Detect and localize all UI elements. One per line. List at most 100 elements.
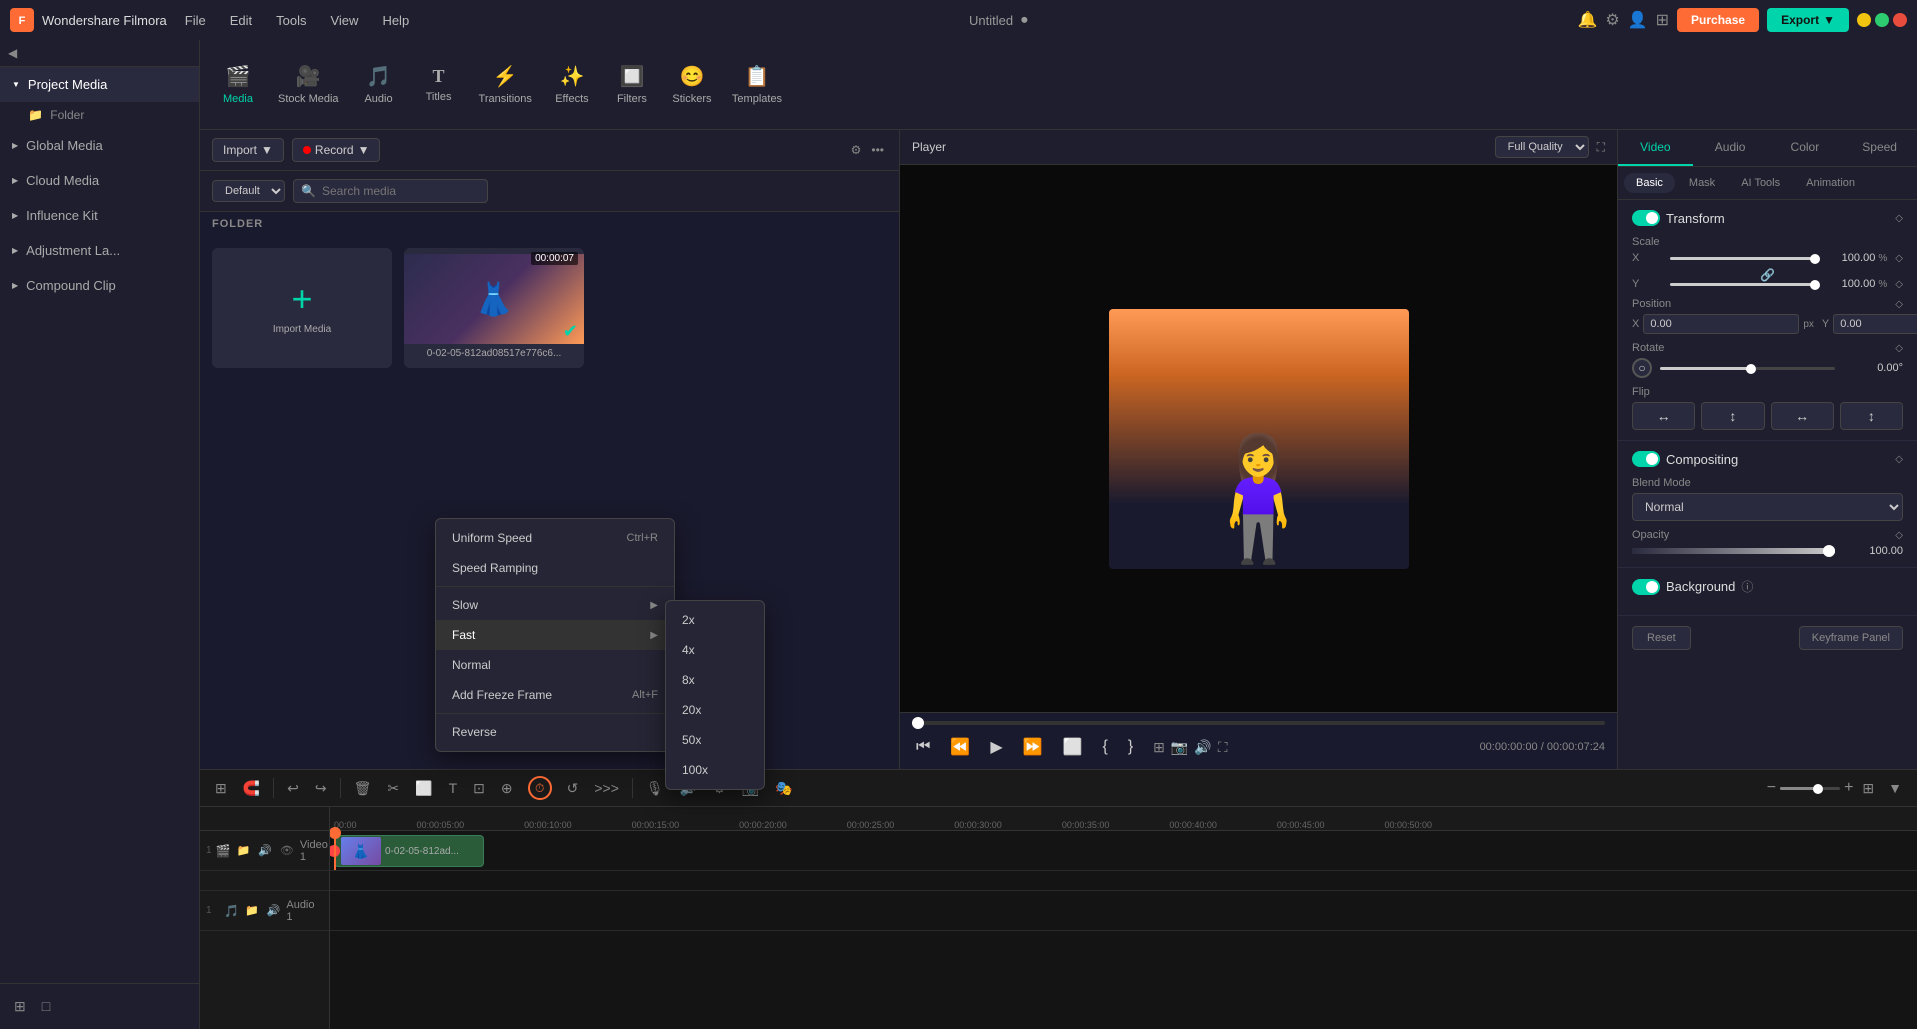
close-button[interactable] — [1893, 13, 1907, 27]
notification-icon[interactable]: 🔔 — [1577, 10, 1597, 30]
toolbar-filters[interactable]: 🔲 Filters — [602, 58, 662, 111]
zoom-slider[interactable] — [1780, 787, 1840, 790]
folder-add-icon[interactable]: □ — [38, 994, 54, 1019]
toolbar-effects[interactable]: ✨ Effects — [542, 58, 602, 111]
background-toggle[interactable] — [1632, 579, 1660, 595]
profile-icon[interactable]: 👤 — [1628, 10, 1648, 30]
split-button[interactable]: ✂ — [382, 777, 404, 800]
record-button[interactable]: Record ▼ — [292, 138, 381, 162]
submenu-4x[interactable]: 4x — [666, 635, 764, 665]
toolbar-media[interactable]: 🎬 Media — [208, 58, 268, 111]
video-track-eye-icon[interactable]: 👁 — [278, 842, 296, 859]
flip-horizontal-button[interactable]: ↔ — [1632, 402, 1695, 430]
snapshot-icon[interactable]: 📷 — [1171, 739, 1188, 756]
submenu-8x[interactable]: 8x — [666, 665, 764, 695]
ctx-normal[interactable]: Normal — [436, 650, 674, 680]
mark-out-button[interactable]: } — [1124, 734, 1137, 760]
layout-icon[interactable]: ⊞ — [1656, 10, 1669, 30]
more-preview-controls[interactable]: ⊞ 📷 🔊 ⛶ — [1153, 739, 1227, 756]
video-track-volume-icon[interactable]: 🔊 — [256, 842, 274, 859]
tab-color[interactable]: Color — [1768, 130, 1843, 166]
menu-edit[interactable]: Edit — [220, 9, 262, 32]
undo-button[interactable]: ↩ — [282, 777, 304, 800]
filter-icon[interactable]: ⚙ — [848, 140, 865, 160]
quality-select[interactable]: Full Quality — [1495, 136, 1589, 158]
compositing-toggle[interactable] — [1632, 451, 1660, 467]
menu-help[interactable]: Help — [372, 9, 419, 32]
export-button[interactable]: Export ▼ — [1767, 8, 1849, 32]
media-sort-select[interactable]: Default — [212, 180, 285, 202]
minimize-button[interactable] — [1857, 13, 1871, 27]
crop-button[interactable]: ⬜ — [1059, 733, 1087, 761]
subtab-mask[interactable]: Mask — [1677, 173, 1727, 193]
toolbar-templates[interactable]: 📋 Templates — [722, 58, 792, 111]
opacity-keyframe[interactable]: ◇ — [1895, 530, 1903, 541]
sidebar-item-adjustment[interactable]: ▶ Adjustment La... — [0, 233, 199, 268]
timeline-more-button[interactable]: ▼ — [1883, 777, 1907, 799]
position-x-input[interactable] — [1643, 314, 1799, 334]
toolbar-audio[interactable]: 🎵 Audio — [349, 58, 409, 111]
tab-video[interactable]: Video — [1618, 130, 1693, 166]
video-clip[interactable]: 👗 0-02-05-812ad... — [334, 835, 484, 867]
menu-file[interactable]: File — [175, 9, 216, 32]
subtab-animation[interactable]: Animation — [1794, 173, 1867, 193]
flip-h2-button[interactable]: ↔ — [1771, 402, 1834, 430]
ctx-slow[interactable]: Slow ▶ — [436, 590, 674, 620]
flip-vertical-button[interactable]: ↕ — [1701, 402, 1764, 430]
delete-button[interactable]: 🗑 — [349, 777, 377, 800]
toolbar-stock-media[interactable]: 🎥 Stock Media — [268, 58, 349, 111]
more-options-icon[interactable]: ••• — [868, 140, 887, 160]
sidebar-sub-folder[interactable]: 📁 Folder — [0, 102, 199, 128]
zoom-out-icon[interactable]: − — [1767, 779, 1776, 797]
toolbar-transitions[interactable]: ⚡ Transitions — [469, 58, 542, 111]
rotate-wheel[interactable]: ○ — [1632, 358, 1652, 378]
submenu-2x[interactable]: 2x — [666, 605, 764, 635]
media-video-item[interactable]: 👗 00:00:07 ✔ 0-02-05-812ad08517e776c6... — [404, 248, 584, 368]
zoom-in-button[interactable]: ⊕ — [496, 777, 518, 800]
transform-keyframe-icon[interactable]: ◇ — [1895, 213, 1903, 224]
play-pause-button[interactable]: ▶ — [986, 733, 1006, 761]
sidebar-item-compound-clip[interactable]: ▶ Compound Clip — [0, 268, 199, 303]
scale-x-slider[interactable] — [1670, 257, 1819, 260]
sidebar-item-project-media[interactable]: ▼ Project Media — [0, 67, 199, 102]
position-keyframe[interactable]: ◇ — [1895, 299, 1903, 310]
add-to-timeline-icon[interactable]: ⊞ — [1153, 739, 1165, 756]
scale-link[interactable]: 🔗 — [1760, 268, 1775, 282]
zoom-in-timeline-icon[interactable]: + — [1844, 779, 1853, 797]
fullscreen2-icon[interactable]: ⛶ — [1218, 739, 1228, 756]
add-track-icon[interactable]: ⊞ — [10, 994, 30, 1019]
flip-v2-button[interactable]: ↕ — [1840, 402, 1903, 430]
menu-tools[interactable]: Tools — [266, 9, 316, 32]
collapse-sidebar-btn[interactable]: ◀ — [8, 46, 17, 60]
blend-mode-select[interactable]: Normal — [1632, 493, 1903, 521]
keyframe-panel-button[interactable]: Keyframe Panel — [1799, 626, 1903, 650]
fullscreen-icon[interactable]: ⛶ — [1597, 140, 1605, 155]
ctx-fast[interactable]: Fast ▶ — [436, 620, 674, 650]
rotate-slider[interactable] — [1660, 367, 1835, 370]
submenu-20x[interactable]: 20x — [666, 695, 764, 725]
import-button[interactable]: Import ▼ — [212, 138, 284, 162]
scale-y-slider[interactable] — [1670, 283, 1819, 286]
transform-toggle[interactable] — [1632, 210, 1660, 226]
add-track-button[interactable]: ⊞ — [210, 777, 232, 800]
go-to-start-button[interactable]: ⏮ — [912, 734, 934, 760]
step-back-button[interactable]: ⏪ — [946, 733, 974, 761]
preview-progress-thumb[interactable] — [912, 717, 924, 729]
text-button[interactable]: T — [444, 777, 463, 799]
ctx-uniform-speed[interactable]: Uniform Speed Ctrl+R — [436, 523, 674, 553]
sidebar-item-global-media[interactable]: ▶ Global Media — [0, 128, 199, 163]
speed-button[interactable]: ⏱ — [528, 776, 552, 800]
submenu-100x[interactable]: 100x — [666, 755, 764, 785]
opacity-slider[interactable] — [1632, 548, 1835, 554]
mask-button[interactable]: 🎭 — [770, 777, 797, 800]
background-info-icon[interactable]: ⓘ — [1741, 578, 1753, 595]
toolbar-titles[interactable]: T Titles — [409, 60, 469, 109]
audio-track-volume-icon[interactable]: 🔊 — [265, 902, 283, 919]
scale-y-keyframe[interactable]: ◇ — [1895, 279, 1903, 290]
sidebar-item-cloud-media[interactable]: ▶ Cloud Media — [0, 163, 199, 198]
purchase-button[interactable]: Purchase — [1677, 8, 1759, 32]
more-tools-button[interactable]: >>> — [589, 777, 624, 799]
toolbar-stickers[interactable]: 😊 Stickers — [662, 58, 722, 111]
tab-speed[interactable]: Speed — [1842, 130, 1917, 166]
position-y-input[interactable] — [1833, 314, 1917, 334]
